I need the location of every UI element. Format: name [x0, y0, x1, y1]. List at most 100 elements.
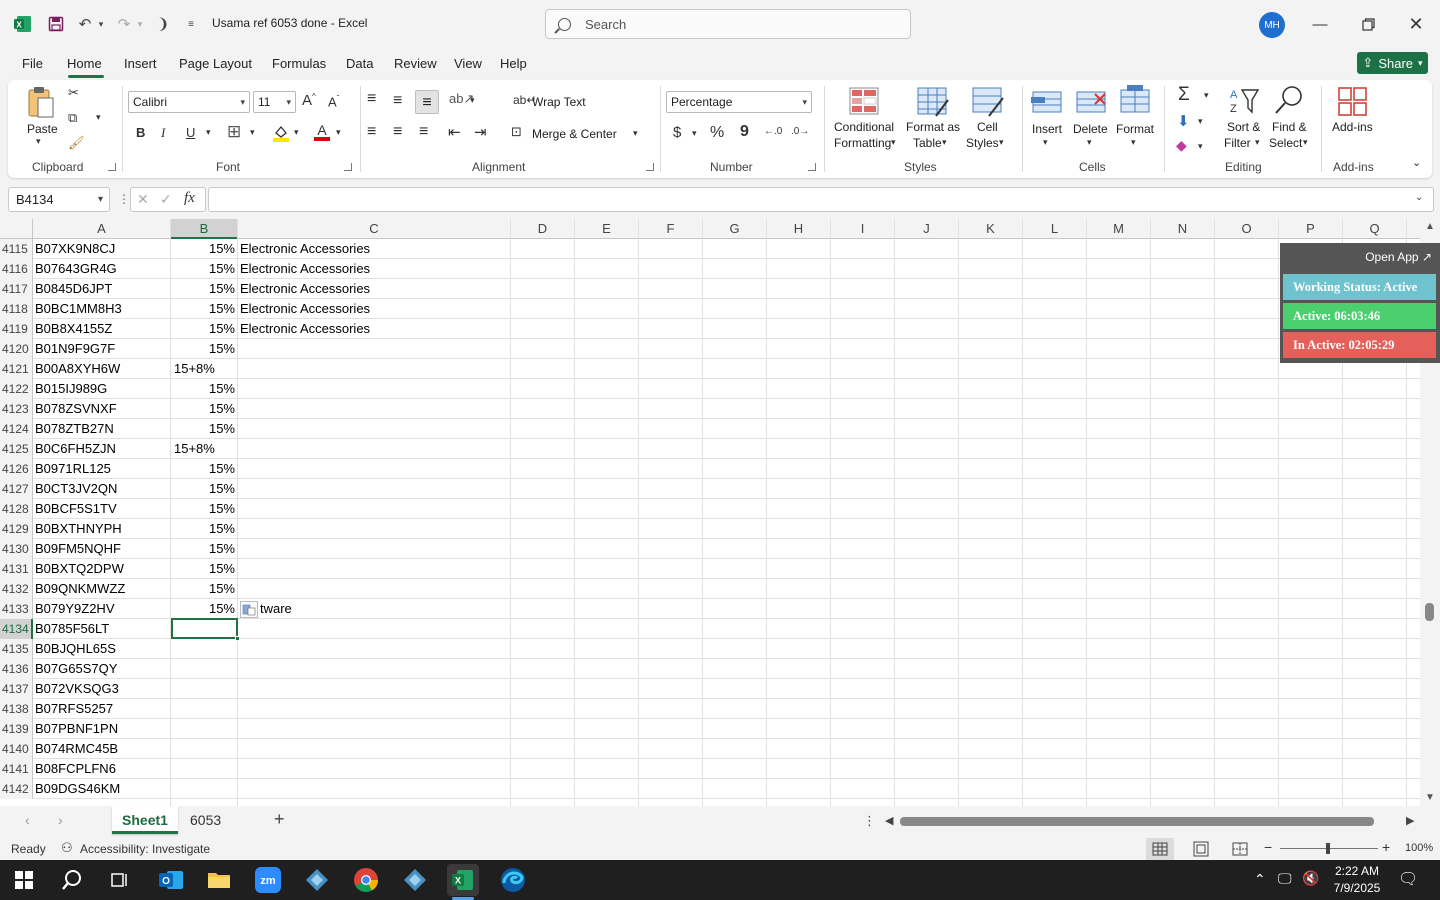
cell-a[interactable]: B0BJQHL65S [35, 639, 116, 659]
decrease-decimal-icon[interactable]: .0→ [791, 126, 809, 137]
delete-cells-button[interactable]: Delete [1073, 122, 1108, 136]
font-name-select[interactable]: Calibri ▾ [128, 91, 250, 113]
close-icon[interactable]: ✕ [1401, 10, 1431, 38]
cell-c[interactable]: Electronic Accessories [240, 299, 370, 319]
increase-decimal-icon[interactable]: ←.0 [764, 126, 782, 137]
next-sheet-icon[interactable]: › [58, 812, 63, 828]
cell-a[interactable]: B0BCF5S1TV [35, 499, 117, 519]
cell-b[interactable]: 15% [171, 559, 235, 579]
column-header-j[interactable]: J [895, 219, 959, 239]
row-header[interactable]: 4133 [0, 599, 33, 619]
merge-dropdown-icon[interactable]: ▾ [633, 128, 638, 139]
cell-a[interactable]: B0BC1MM8H3 [35, 299, 122, 319]
row-header[interactable]: 4121 [0, 359, 33, 379]
row-header[interactable]: 4119 [0, 319, 33, 339]
notifications-icon[interactable]: 🗨 [1398, 869, 1418, 889]
column-header-c[interactable]: C [238, 219, 511, 239]
select-all-corner[interactable] [0, 219, 33, 239]
formula-input[interactable] [208, 187, 1434, 212]
delete-cells-icon[interactable] [1075, 86, 1107, 119]
zoom-level[interactable]: 100% [1405, 842, 1433, 854]
cell-a[interactable]: B074RMC45B [35, 739, 118, 759]
column-header-n[interactable]: N [1151, 219, 1215, 239]
windows-start-icon[interactable] [8, 864, 40, 896]
column-header-f[interactable]: F [639, 219, 703, 239]
spreadsheet-grid[interactable]: ABCDEFGHIJKLMNOPQ 4115 B07XK9N8CJ 15% Elect… [0, 219, 1420, 806]
cell-a[interactable]: B0785F56LT [35, 619, 109, 639]
redo-dropdown-icon[interactable]: ▾ [135, 12, 145, 36]
autosum-icon[interactable]: Σ [1178, 84, 1190, 106]
cell-b[interactable]: 15% [171, 599, 235, 619]
redo-icon[interactable]: ↷ [113, 12, 135, 36]
cell-b[interactable]: 15+8% [174, 439, 215, 459]
fill-color-dropdown-icon[interactable]: ▾ [294, 127, 299, 138]
page-break-view-icon[interactable] [1226, 838, 1254, 860]
column-header-o[interactable]: O [1215, 219, 1279, 239]
repeat-icon[interactable]: ❩ [154, 12, 172, 36]
merge-center-icon[interactable]: ⊡ [511, 124, 522, 140]
tab-help[interactable]: Help [500, 56, 527, 71]
search-box[interactable] [545, 9, 911, 39]
underline-dropdown-icon[interactable]: ▾ [206, 127, 211, 138]
customize-qat-icon[interactable]: ≡ [183, 12, 199, 36]
tab-home[interactable]: Home [67, 56, 102, 71]
network-icon[interactable]: 🖵 [1278, 870, 1292, 887]
sheet-tab-sheet1[interactable]: Sheet1 [112, 806, 178, 834]
cell-c[interactable]: Electronic Accessories [240, 259, 370, 279]
font-color-icon[interactable]: A [313, 122, 331, 145]
paste-dropdown-icon[interactable]: ▾ [36, 136, 41, 147]
conditional-formatting-icon[interactable] [848, 86, 880, 119]
taskbar-time[interactable]: 2:22 AM [1332, 864, 1382, 878]
column-header-i[interactable]: I [831, 219, 895, 239]
fill-dropdown-icon[interactable]: ▾ [1198, 116, 1203, 127]
vertical-scroll-thumb[interactable] [1425, 603, 1434, 621]
row-header[interactable]: 4141 [0, 759, 33, 779]
find-select-button[interactable]: Find & [1272, 120, 1307, 134]
column-header-g[interactable]: G [703, 219, 767, 239]
row-header[interactable]: 4126 [0, 459, 33, 479]
alignment-launcher-icon[interactable] [646, 163, 654, 171]
prev-sheet-icon[interactable]: ‹ [25, 812, 30, 828]
row-header[interactable]: 4130 [0, 539, 33, 559]
row-header[interactable]: 4116 [0, 259, 33, 279]
currency-button[interactable]: $ [673, 124, 681, 141]
cell-a[interactable]: B09QNKMWZZ [35, 579, 125, 599]
cell-a[interactable]: B07XK9N8CJ [35, 239, 115, 259]
cell-a[interactable]: B09DGS46KM [35, 779, 120, 799]
tab-data[interactable]: Data [346, 56, 373, 71]
column-header-p[interactable]: P [1279, 219, 1343, 239]
orientation-dropdown-icon[interactable]: ▾ [470, 95, 475, 106]
cancel-icon[interactable]: ✕ [137, 191, 149, 208]
currency-dropdown-icon[interactable]: ▾ [692, 128, 697, 139]
format-cells-button[interactable]: Format [1116, 122, 1154, 136]
share-button[interactable]: ⇪ Share ▾ [1357, 52, 1428, 74]
bold-button[interactable]: B [136, 125, 145, 140]
tab-splitter-icon[interactable]: ⋮ [863, 813, 876, 829]
underline-button[interactable]: U [186, 125, 195, 140]
cell-a[interactable]: B07G65S7QY [35, 659, 117, 679]
tab-view[interactable]: View [454, 56, 482, 71]
taskbar-date[interactable]: 7/9/2025 [1328, 881, 1386, 895]
format-as-table-button[interactable]: Format as [906, 120, 960, 134]
row-header[interactable]: 4138 [0, 699, 33, 719]
align-top-icon[interactable]: ≡ [367, 90, 376, 108]
comma-style-button[interactable]: 9 [740, 123, 749, 141]
row-header[interactable]: 4124 [0, 419, 33, 439]
cell-c[interactable]: Electronic Accessories [240, 319, 370, 339]
autosum-dropdown-icon[interactable]: ▾ [1204, 90, 1209, 101]
format-painter-icon[interactable]: 🖌 [68, 135, 85, 151]
borders-icon[interactable]: ⊞ [227, 122, 241, 142]
row-header[interactable]: 4131 [0, 559, 33, 579]
column-header-a[interactable]: A [33, 219, 171, 239]
cell-a[interactable]: B0B8X4155Z [35, 319, 112, 339]
cell-b[interactable]: 15% [171, 499, 235, 519]
outlook-icon[interactable]: O [155, 864, 187, 896]
row-header[interactable]: 4132 [0, 579, 33, 599]
column-header-m[interactable]: M [1087, 219, 1151, 239]
fill-icon[interactable]: ⬇ [1177, 112, 1190, 130]
row-header[interactable]: 4142 [0, 779, 33, 799]
row-header[interactable]: 4135 [0, 639, 33, 659]
cell-styles-button[interactable]: Cell [977, 120, 998, 134]
cell-a[interactable]: B0CT3JV2QN [35, 479, 117, 499]
cell-a[interactable]: B078ZSVNXF [35, 399, 117, 419]
